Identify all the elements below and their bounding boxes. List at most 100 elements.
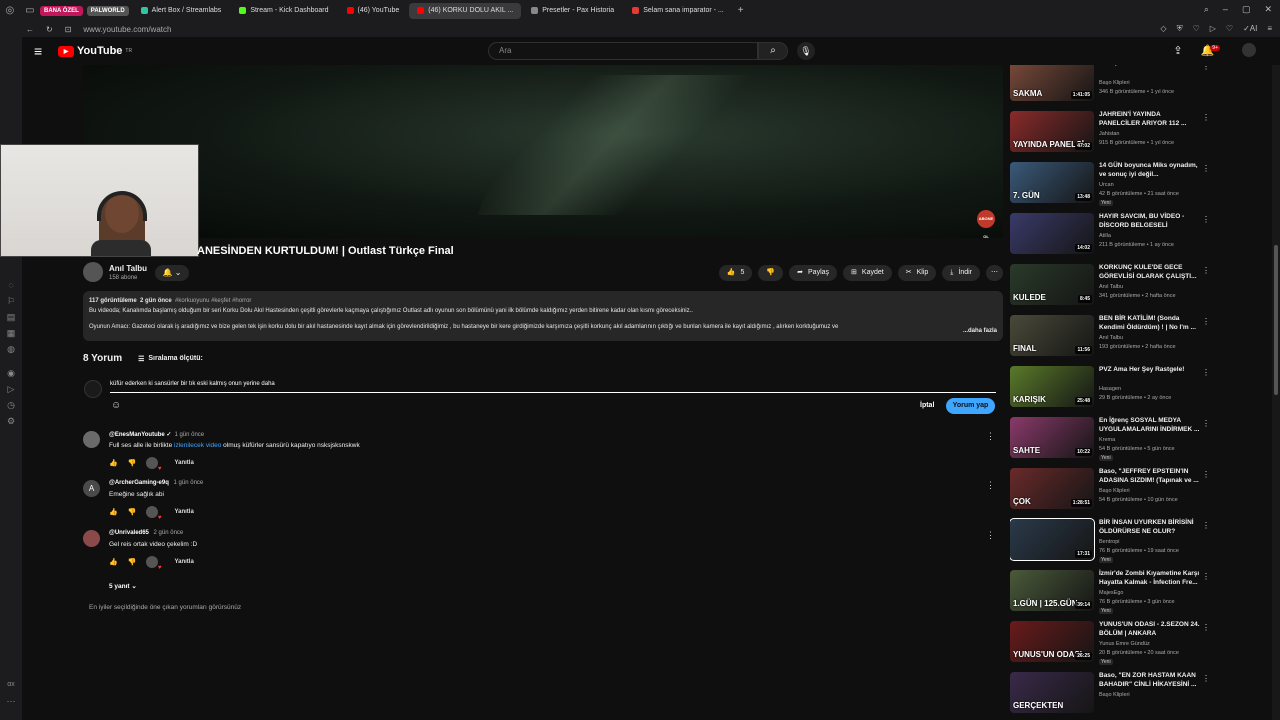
more-actions-button[interactable]: ⋯ <box>986 265 1003 281</box>
browser-tab[interactable]: Stream - Kick Dashboard <box>231 3 336 19</box>
reload-icon[interactable]: ↻ <box>46 25 53 34</box>
comment-menu-icon[interactable]: ⋮ <box>986 480 995 491</box>
thumbs-up-icon[interactable]: 👍 <box>109 459 118 467</box>
recommended-title[interactable]: YUNUS'UN ODASI - 2.SEZON 24. BÖLÜM | ANK… <box>1099 621 1203 638</box>
aria-icon[interactable]: ✓AI <box>1243 24 1257 34</box>
video-menu-icon[interactable]: ⋮ <box>1202 419 1210 428</box>
author-handle[interactable]: @EnesManYoutube <box>109 432 165 438</box>
recommended-channel[interactable]: Bentropi <box>1099 539 1120 545</box>
recommended-video[interactable]: KARIŞIK 25:48 PVZ Ama Her Şey Rastgele! Has… <box>1010 366 1220 417</box>
reply-button[interactable]: Yanıtla <box>174 460 193 466</box>
video-menu-icon[interactable]: ⋮ <box>1202 521 1210 530</box>
channel-avatar[interactable] <box>83 262 103 282</box>
author-handle[interactable]: @Unrivaled65 <box>109 530 149 536</box>
recommended-video[interactable]: GERÇEKTEN Baso, "EN ZOR HASTAM KAAN BAHAD… <box>1010 672 1220 720</box>
video-thumbnail[interactable]: KARIŞIK 25:48 <box>1010 366 1094 407</box>
recommended-channel[interactable]: Anıl Talbu <box>1099 284 1123 290</box>
sort-button[interactable]: ☰ Sıralama ölçütü: <box>138 355 203 363</box>
comment-menu-icon[interactable]: ⋮ <box>986 530 995 541</box>
hashtags[interactable]: #korkuoyunu #keşfet #horror <box>175 298 251 304</box>
recommended-title[interactable]: HAYIR SAVCIM, BU VİDEO - DİSCORD BELGESE… <box>1099 213 1203 230</box>
recommended-video[interactable]: YAYINDA PANELCİ 47:02 JAHREIN'İ YAYINDA PA… <box>1010 111 1220 162</box>
play-icon[interactable]: ▷ <box>1210 24 1216 34</box>
bookmark-icon[interactable]: ♡ <box>1193 24 1200 34</box>
browser-tab[interactable]: (46) YouTube <box>339 3 408 19</box>
scrollbar[interactable] <box>1272 65 1280 720</box>
video-thumbnail[interactable]: YAYINDA PANELCİ 47:02 <box>1010 111 1094 152</box>
browser-tab[interactable]: Alert Box / Streamlabs <box>133 3 230 19</box>
recommended-title[interactable]: PVZ Ama Her Şey Rastgele! <box>1099 366 1203 375</box>
show-more-link[interactable]: ...daha fazla <box>963 326 997 336</box>
video-menu-icon[interactable]: ⋮ <box>1202 674 1210 683</box>
recommended-video[interactable]: FINAL 11:56 BEN BİR KATİLİM! (Sonda Kendim… <box>1010 315 1220 366</box>
thumbs-down-icon[interactable]: 👎 <box>128 459 137 467</box>
recommended-title[interactable]: KORKUNÇ KULE'DE GECE GÖREVLİSİ OLARAK ÇA… <box>1099 264 1203 281</box>
video-menu-icon[interactable]: ⋮ <box>1202 266 1210 275</box>
recommended-video[interactable]: 17:31 BİR İNSAN UYURKEN BİRİSİNİ ÖLDÜRÜRS… <box>1010 518 1220 570</box>
recommended-channel[interactable]: Krema <box>1099 437 1115 443</box>
browser-logo-icon[interactable]: ◎ <box>5 5 14 16</box>
minimize-icon[interactable]: – <box>1223 4 1228 15</box>
browser-tab[interactable]: (46) KORKU DOLU AKIL ... <box>409 2 522 19</box>
thumbs-down-icon[interactable]: 👎 <box>128 508 137 516</box>
browser-tab[interactable]: Selam sana imparator - ... <box>624 3 732 19</box>
url-field[interactable]: www.youtube.com/watch <box>83 25 171 34</box>
settings-icon[interactable]: ⚙ <box>7 413 15 429</box>
browser-tab[interactable]: Presetler - Pax Historia <box>523 3 622 19</box>
author-handle[interactable]: @ArcherGaming-e9q <box>109 480 169 486</box>
recommended-video[interactable]: SAKMA 1:41:05 Baso, ... HİKAYESİ OKUYOR!! B… <box>1010 65 1220 111</box>
back-icon[interactable]: ← <box>26 25 34 34</box>
recommended-title[interactable]: 14 GÜN boyunca Miks oynadım, ve sonuç iy… <box>1099 162 1203 179</box>
vpn-icon[interactable]: ◍ <box>7 341 15 357</box>
maximize-icon[interactable]: ▢ <box>1242 4 1251 15</box>
tab-group-pill[interactable]: BANA ÖZEL <box>40 5 83 16</box>
wallet-icon[interactable]: ▤ <box>7 309 16 325</box>
video-player[interactable]: ABONE OL <box>83 65 1003 238</box>
search-input[interactable]: Ara <box>488 42 758 60</box>
site-info-icon[interactable]: ⊡ <box>65 25 72 34</box>
video-menu-icon[interactable]: ⋮ <box>1202 470 1210 479</box>
recommended-video[interactable]: KULEDE 8:45 KORKUNÇ KULE'DE GECE GÖREVLİSİ… <box>1010 264 1220 315</box>
comment-avatar[interactable]: A <box>83 480 100 497</box>
recommended-channel[interactable]: Hasagen <box>1099 386 1121 392</box>
upload-icon[interactable]: ⇪ <box>1173 44 1182 57</box>
comment-avatar[interactable] <box>83 431 100 448</box>
recommended-video[interactable]: ÇOK 1:28:51 Baso, "JEFFREY EPSTEIN'IN ADAS… <box>1010 468 1220 519</box>
recommended-video[interactable]: 14:02 HAYIR SAVCIM, BU VİDEO - DİSCORD BE… <box>1010 213 1220 264</box>
channel-name[interactable]: Anıl Talbu <box>109 264 147 273</box>
cancel-button[interactable]: İptal <box>914 399 940 412</box>
dislike-button[interactable]: 👎 <box>758 265 784 281</box>
comment-avatar[interactable] <box>83 530 100 547</box>
subscribe-watermark[interactable]: ABONE OL <box>977 210 995 238</box>
recommended-channel[interactable]: Jahistan <box>1099 131 1120 137</box>
share-button[interactable]: ➦ Paylaş <box>789 265 838 281</box>
clip-button[interactable]: ✂ Klip <box>897 265 937 281</box>
like-button[interactable]: 👍 5 <box>718 265 753 281</box>
recommended-channel[interactable]: Urcan <box>1099 182 1114 188</box>
recommended-title[interactable]: En İğrenç SOSYAL MEDYA UYGULAMALARINI İN… <box>1099 417 1203 434</box>
new-tab-icon[interactable]: + <box>738 5 744 16</box>
video-thumbnail[interactable]: SAHTE 10:22 <box>1010 417 1094 458</box>
recommended-title[interactable]: BİR İNSAN UYURKEN BİRİSİNİ ÖLDÜRÜRSE NE … <box>1099 519 1203 536</box>
video-menu-icon[interactable]: ⋮ <box>1202 623 1210 632</box>
video-thumbnail[interactable]: SAKMA 1:41:05 <box>1010 65 1094 101</box>
thumbs-up-icon[interactable]: 👍 <box>109 508 118 516</box>
recommended-channel[interactable]: Başo Klipleri <box>1099 692 1130 698</box>
recommended-video[interactable]: 7. GÜN 13:48 14 GÜN boyunca Miks oynadım, … <box>1010 162 1220 213</box>
save-button[interactable]: ⊞ Kaydet <box>843 265 892 281</box>
tab-group-pill[interactable]: PALWORLD <box>86 5 129 16</box>
notifications-button[interactable]: 🔔9+ <box>1201 44 1224 57</box>
video-menu-icon[interactable]: ⋮ <box>1202 368 1210 377</box>
more-icon[interactable]: ⋯ <box>7 693 16 709</box>
tab-list-icon[interactable]: ▭ <box>25 5 34 16</box>
recommended-video[interactable]: YUNUS'UN ODASI 26:25 YUNUS'UN ODASI - 2.SE… <box>1010 621 1220 672</box>
video-menu-icon[interactable]: ⋮ <box>1202 113 1210 122</box>
recommended-title[interactable]: JAHREIN'İ YAYINDA PANELCİLER ARIYOR 112 … <box>1099 111 1203 128</box>
video-thumbnail[interactable]: KULEDE 8:45 <box>1010 264 1094 305</box>
reply-button[interactable]: Yanıtla <box>174 509 193 515</box>
extension-icon[interactable]: ◇ <box>1160 24 1166 34</box>
recommended-channel[interactable]: Atilla <box>1099 233 1111 239</box>
comment-author[interactable]: @ArcherGaming-e9q 1 gün önce <box>109 480 203 486</box>
account-avatar[interactable] <box>1242 43 1256 57</box>
recommended-title[interactable]: Baso, "JEFFREY EPSTEIN'IN ADASINA SIZDIM… <box>1099 468 1203 485</box>
